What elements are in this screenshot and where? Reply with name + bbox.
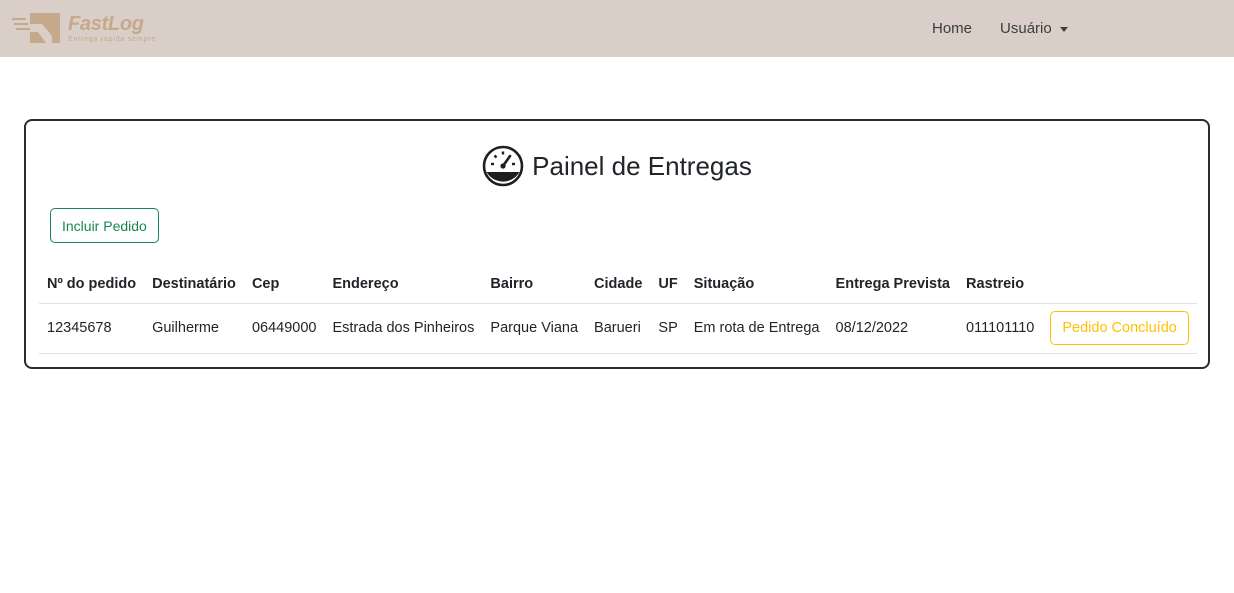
cell-city: Barueri bbox=[586, 303, 651, 354]
header-expected-delivery: Entrega Prevista bbox=[827, 265, 959, 304]
nav-user-label: Usuário bbox=[1000, 20, 1052, 37]
nav-links: Home Usuário bbox=[932, 0, 1068, 57]
include-order-button[interactable]: Incluir Pedido bbox=[50, 208, 159, 243]
cell-cep: 06449000 bbox=[243, 303, 325, 354]
header-recipient: Destinatário bbox=[144, 265, 244, 304]
fastlog-logo-icon bbox=[12, 13, 60, 43]
table-row: 12345678 Guilherme 06449000 Estrada dos … bbox=[39, 303, 1197, 354]
cell-tracking: 011101110 bbox=[958, 303, 1043, 354]
brand[interactable]: FastLog Entrega rápida sempre bbox=[12, 10, 156, 46]
header-tracking: Rastreio bbox=[958, 265, 1043, 304]
caret-down-icon bbox=[1059, 27, 1068, 32]
panel-header: Painel de Entregas bbox=[26, 145, 1208, 187]
cell-address: Estrada dos Pinheiros bbox=[324, 303, 483, 354]
nav-user-dropdown[interactable]: Usuário bbox=[1000, 20, 1068, 37]
deliveries-table: Nº do pedido Destinatário Cep Endereço B… bbox=[39, 265, 1197, 354]
panel-title: Painel de Entregas bbox=[532, 150, 752, 181]
table-header-row: Nº do pedido Destinatário Cep Endereço B… bbox=[39, 265, 1197, 304]
cell-neighborhood: Parque Viana bbox=[482, 303, 587, 354]
cell-recipient: Guilherme bbox=[144, 303, 244, 354]
cell-uf: SP bbox=[650, 303, 686, 354]
cell-order-number: 12345678 bbox=[39, 303, 145, 354]
header-actions bbox=[1042, 265, 1197, 304]
header-neighborhood: Bairro bbox=[482, 265, 587, 304]
header-city: Cidade bbox=[586, 265, 651, 304]
cell-expected-delivery: 08/12/2022 bbox=[827, 303, 959, 354]
brand-name: FastLog bbox=[68, 12, 144, 35]
brand-text: FastLog Entrega rápida sempre bbox=[68, 13, 156, 44]
header-cep: Cep bbox=[243, 265, 325, 304]
header-order-number: Nº do pedido bbox=[39, 265, 145, 304]
header-status: Situação bbox=[685, 265, 828, 304]
cell-status: Em rota de Entrega bbox=[685, 303, 828, 354]
deliveries-panel: Painel de Entregas Incluir Pedido Nº do … bbox=[24, 119, 1210, 369]
nav-home-link[interactable]: Home bbox=[932, 20, 972, 37]
navbar: FastLog Entrega rápida sempre Home Usuár… bbox=[0, 0, 1234, 57]
speedometer-icon bbox=[482, 145, 524, 187]
brand-tagline: Entrega rápida sempre bbox=[68, 35, 157, 43]
cell-actions: Pedido Concluído bbox=[1042, 303, 1197, 354]
header-address: Endereço bbox=[324, 265, 483, 304]
header-uf: UF bbox=[650, 265, 686, 304]
order-completed-button[interactable]: Pedido Concluído bbox=[1050, 311, 1189, 345]
